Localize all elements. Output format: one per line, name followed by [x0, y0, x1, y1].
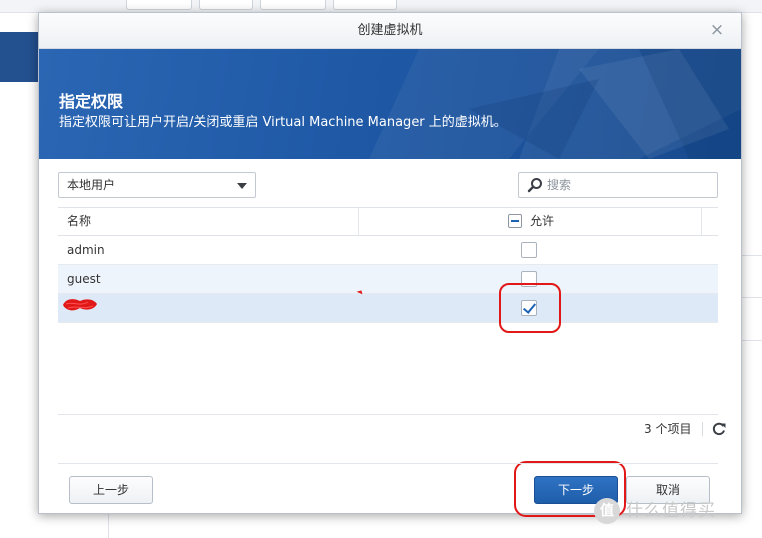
allow-checkbox[interactable] — [521, 271, 537, 287]
select-all-checkbox[interactable] — [508, 214, 522, 228]
permission-table: 名称 允许 admin guest — [58, 207, 718, 323]
previous-button[interactable]: 上一步 — [69, 476, 153, 504]
table-row[interactable]: guest — [58, 265, 718, 294]
watermark-text: 什么值得买 — [626, 501, 716, 521]
table-row[interactable]: admin — [58, 236, 718, 265]
footer-divider — [58, 463, 718, 464]
step-description: 指定权限可让用户开启/关闭或重启 Virtual Machine Manager… — [59, 115, 507, 130]
list-footer: 3 个项目 — [58, 414, 726, 443]
background-tab — [333, 0, 397, 10]
banner-background-graphic — [369, 49, 741, 159]
dialog-titlebar: 创建虚拟机 × — [39, 13, 741, 49]
column-divider — [358, 208, 359, 235]
close-icon[interactable]: × — [707, 20, 727, 40]
search-input[interactable] — [547, 175, 707, 195]
step-title: 指定权限 — [59, 92, 124, 111]
background-divider — [740, 297, 762, 298]
background-tab — [126, 0, 192, 10]
background-divider — [740, 340, 762, 341]
column-header-allow[interactable]: 允许 — [530, 208, 554, 235]
redaction-scribble — [63, 299, 97, 311]
search-icon — [527, 178, 542, 193]
chevron-down-icon — [237, 183, 247, 189]
user-type-dropdown[interactable]: 本地用户 — [58, 172, 256, 198]
background-tab — [199, 0, 253, 10]
background-tab — [260, 0, 326, 10]
refresh-icon[interactable] — [711, 421, 727, 437]
background-divider — [740, 255, 762, 256]
table-header: 名称 允许 — [58, 207, 718, 236]
item-count: 3 个项目 — [644, 422, 692, 436]
allow-checkbox[interactable] — [521, 242, 537, 258]
user-name: admin — [67, 243, 105, 257]
wizard-banner: 指定权限 指定权限可让用户开启/关闭或重启 Virtual Machine Ma… — [39, 49, 741, 159]
allow-checkbox[interactable] — [521, 300, 537, 316]
column-divider — [701, 208, 702, 235]
watermark-logo: 值 — [594, 498, 620, 524]
user-name: guest — [67, 272, 101, 286]
dialog-title: 创建虚拟机 — [357, 23, 423, 38]
background-sidebar-highlight — [0, 32, 40, 82]
search-box[interactable] — [518, 172, 718, 198]
user-type-selected: 本地用户 — [67, 178, 116, 192]
footer-divider — [702, 422, 703, 436]
table-row[interactable] — [58, 294, 718, 323]
column-header-name[interactable]: 名称 — [67, 208, 91, 235]
